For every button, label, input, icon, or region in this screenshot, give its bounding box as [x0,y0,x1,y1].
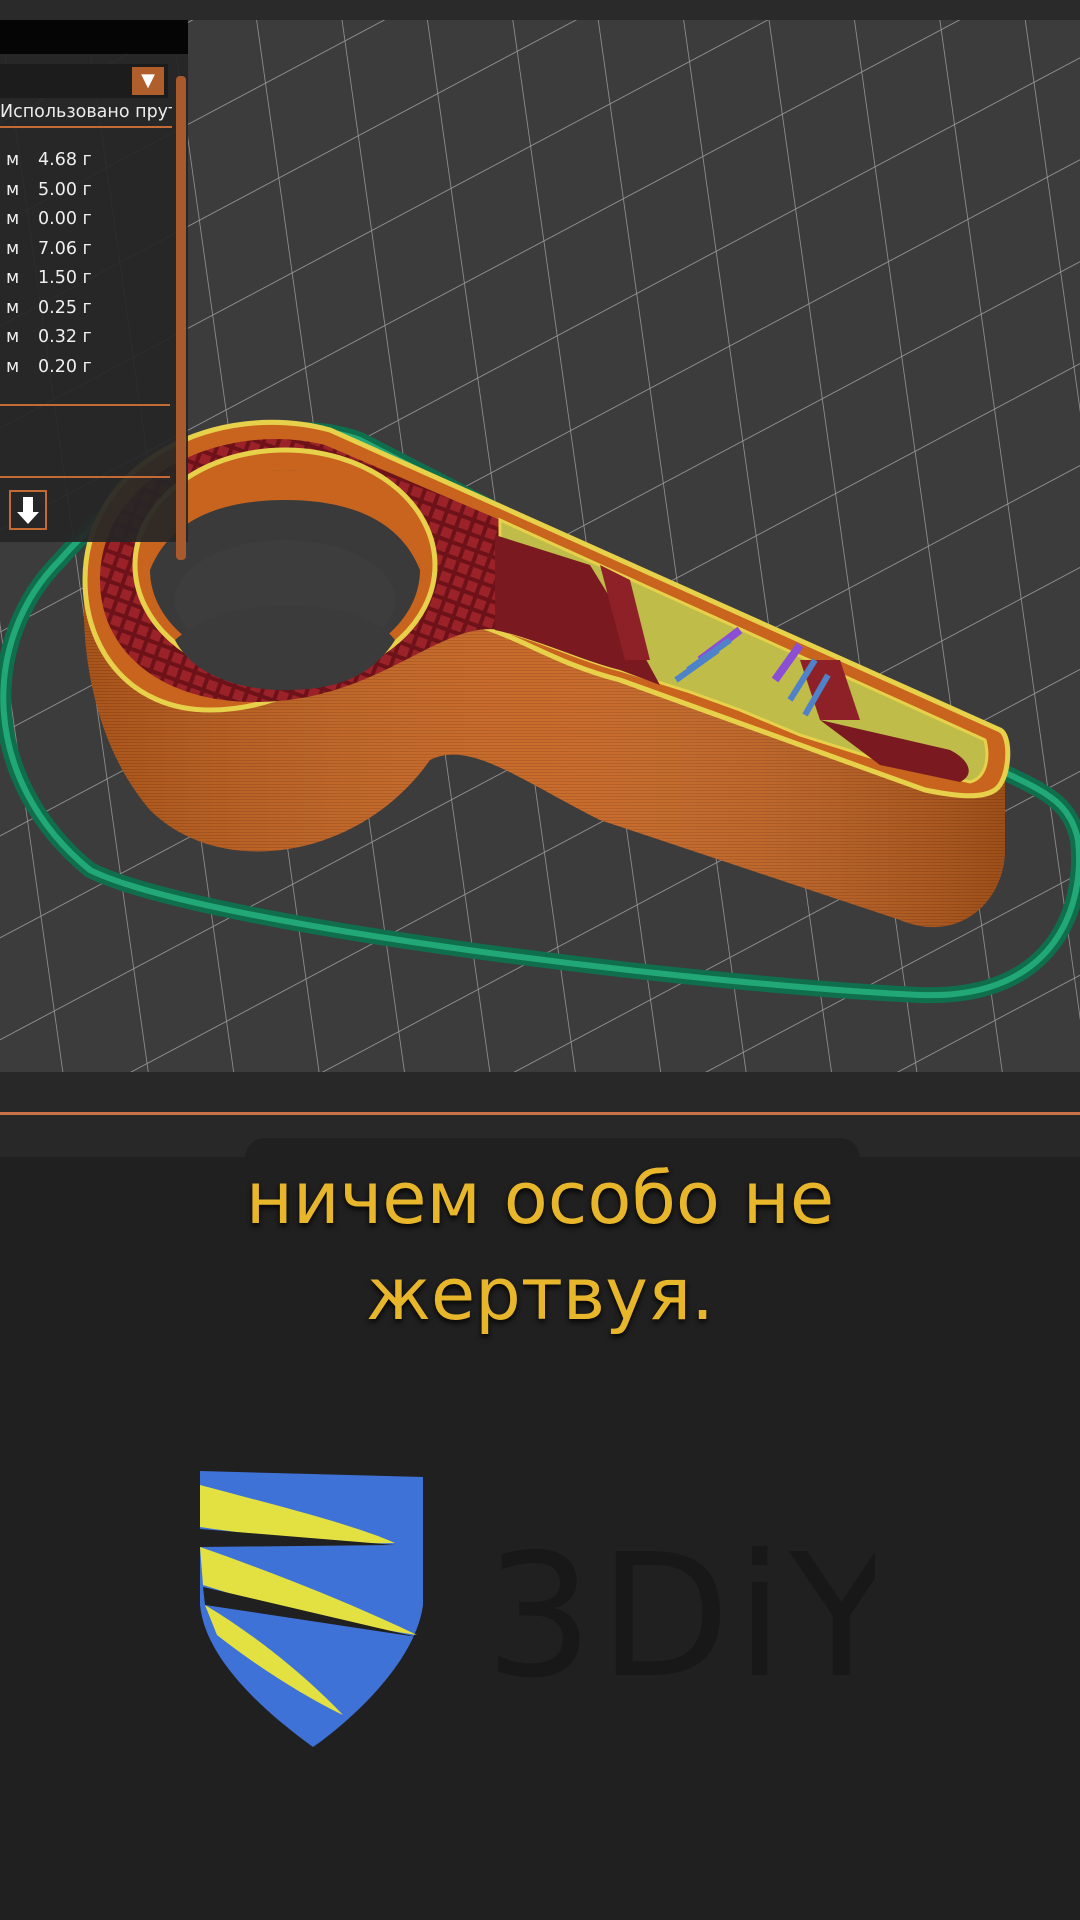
brand-logo: 3DiY [195,1465,893,1769]
dropdown-arrow-button[interactable]: ▼ [132,67,164,95]
subtitle-line: жертвуя. [365,1252,715,1336]
length-unit: м [6,179,20,200]
weight-value: 0.25 г [38,297,92,318]
weight-value: 7.06 г [38,238,92,259]
column-header: Использовано прутка [0,102,172,128]
shield-icon [200,1471,423,1747]
length-unit: м [6,150,20,170]
filament-row: м 0.25 г [6,298,166,328]
length-unit: м [6,327,20,347]
separator [0,476,170,478]
separator [0,404,170,406]
top-strip [0,0,1080,20]
weight-value: 5.00 г [38,179,92,200]
filament-row: м 4.68 г [6,150,166,180]
legend-title-bar[interactable] [0,20,188,54]
filament-rows: м 4.68 г м 5.00 г м 0.00 г м 7.06 г м 1.50 г … [6,150,166,386]
filament-legend-panel: ▼ Использовано прутка м4.68 г м5.00 г м0… [0,20,188,560]
video-subtitle: ничем особо не жертвуя. [0,1150,1080,1342]
filament-row: м 5.00 г [6,180,166,210]
weight-value: 0.20 г [38,356,92,377]
length-unit: м [6,297,20,318]
length-unit: м [6,238,20,259]
logo-text: 3DiY [485,1518,875,1716]
filament-row: м 0.32 г [6,327,166,357]
weight-value: 0.32 г [38,327,92,347]
length-unit: м [6,356,20,377]
weight-value: 4.68 г [38,150,92,170]
export-button[interactable] [9,490,47,530]
divider-line [0,1112,1080,1115]
filament-row: м 1.50 г [6,268,166,298]
filament-row: м 0.00 г [6,209,166,239]
column-header-label: Использовано прутка [0,102,172,122]
legend-scrollbar[interactable] [176,76,186,560]
length-unit: м [6,268,20,288]
triangle-down-icon: ▼ [141,70,155,91]
weight-value: 0.00 г [38,209,92,229]
download-arrow-icon [17,497,39,524]
length-unit: м [6,209,20,229]
weight-value: 1.50 г [38,268,92,288]
subtitle-line: ничем особо не [245,1156,835,1240]
filament-row: м 7.06 г [6,239,166,269]
view-type-dropdown[interactable]: ▼ [0,64,168,98]
filament-row: м 0.20 г [6,357,166,387]
3d-viewport[interactable]: ▼ Использовано прутка м4.68 г м5.00 г м0… [0,20,1080,1072]
